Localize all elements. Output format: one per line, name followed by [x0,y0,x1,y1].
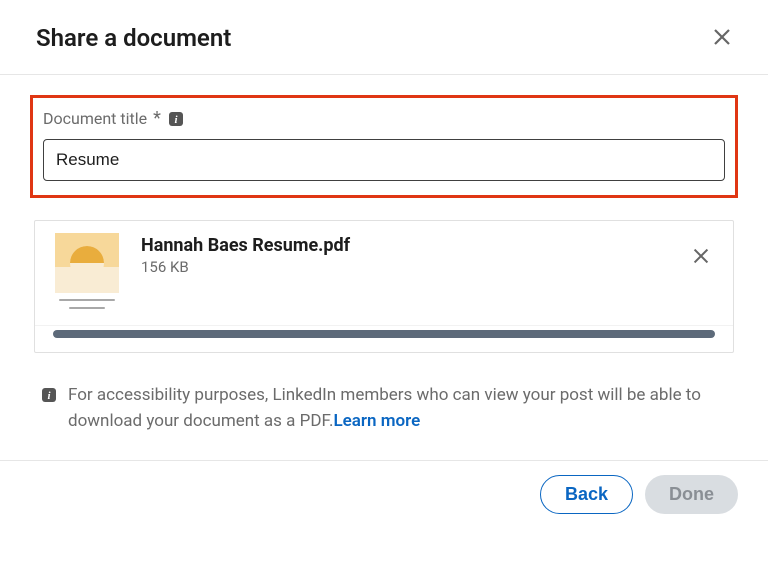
modal-title: Share a document [36,24,231,52]
thumbnail-image [55,233,119,293]
title-label-row: Document title * i [43,108,725,129]
thumbnail-line [69,307,105,309]
accessibility-note: i For accessibility purposes, LinkedIn m… [30,353,738,460]
document-title-input[interactable] [43,139,725,181]
modal-header: Share a document [0,0,768,75]
close-icon [710,25,734,52]
progress-wrap [35,325,733,352]
file-name: Hannah Baes Resume.pdf [141,235,667,256]
info-icon: i [40,386,58,404]
close-icon [690,245,712,270]
share-document-modal: Share a document Document title * i [0,0,768,528]
file-info: Hannah Baes Resume.pdf 156 KB [141,233,667,276]
required-mark: * [153,108,161,129]
done-button[interactable]: Done [645,475,738,514]
info-icon[interactable]: i [167,110,185,128]
modal-body: Document title * i [0,75,768,460]
title-label: Document title [43,109,147,128]
modal-footer: Back Done [0,460,768,528]
close-button[interactable] [706,22,738,54]
learn-more-link[interactable]: Learn more [333,411,420,431]
remove-file-button[interactable] [687,243,715,271]
thumbnail-line [59,299,115,301]
document-thumbnail [53,233,121,309]
upload-progress-bar [53,330,715,338]
upload-row: Hannah Baes Resume.pdf 156 KB [53,233,715,325]
accessibility-text-wrap: For accessibility purposes, LinkedIn mem… [68,383,728,434]
back-button[interactable]: Back [540,475,633,514]
title-field-highlight: Document title * i [30,95,738,198]
file-size: 156 KB [141,258,667,276]
uploaded-file-card: Hannah Baes Resume.pdf 156 KB [34,220,734,353]
